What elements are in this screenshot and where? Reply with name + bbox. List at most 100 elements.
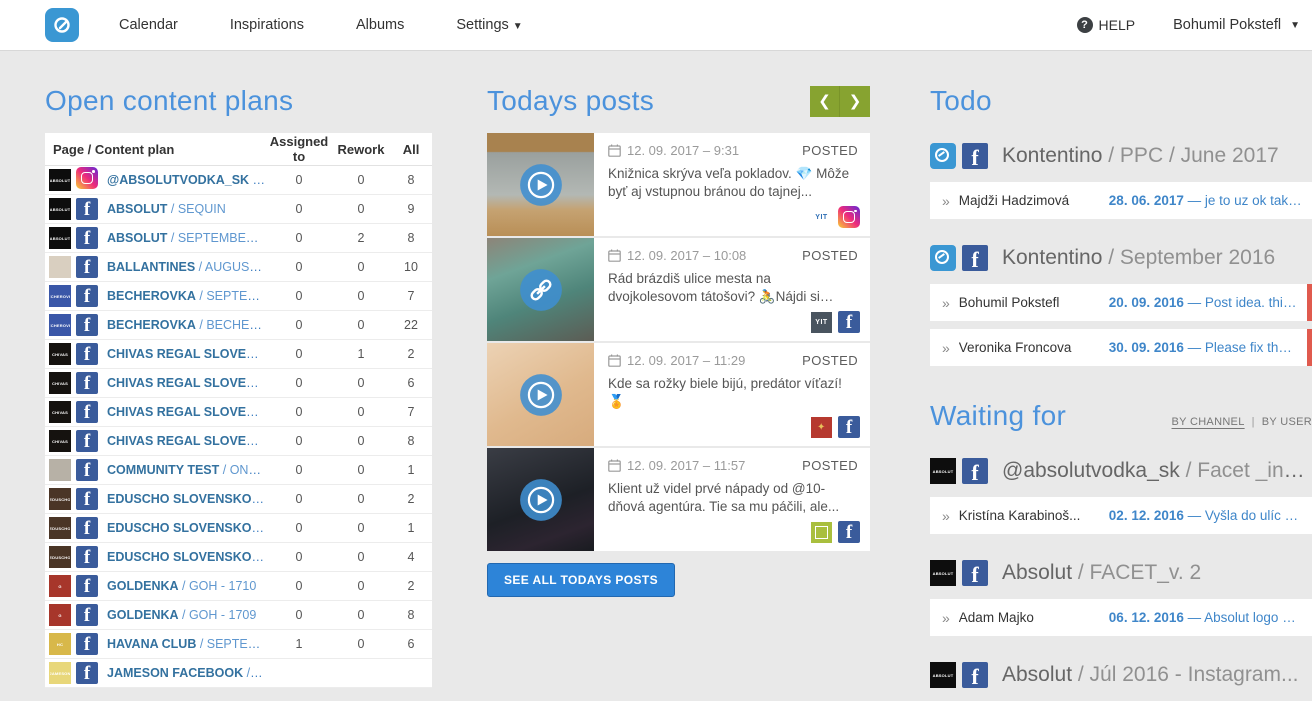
task-group-title: @absolutvodka_sk / Facet _instagram (1002, 459, 1312, 483)
play-icon (519, 478, 563, 522)
network-icon: f (76, 256, 98, 278)
filter-link-by-channel[interactable]: BY CHANNEL (1172, 416, 1245, 428)
post-card[interactable]: 12. 09. 2017 – 10:08 POSTED Rád brázdiš … (487, 238, 870, 341)
table-row[interactable]: JAMESON f JAMESON FACEBOOK / JAZ-10... (45, 659, 432, 688)
task-row[interactable]: » Bohumil Pokstefl 20. 09. 2016 — Post i… (930, 284, 1312, 321)
network-icon: f (76, 662, 98, 684)
facebook-icon: f (76, 604, 98, 626)
task-row[interactable]: » Adam Majko 06. 12. 2016 — Absolut logo… (930, 599, 1312, 636)
facebook-icon: f (962, 458, 988, 484)
post-card[interactable]: 12. 09. 2017 – 9:31 POSTED Knižnica skrý… (487, 133, 870, 236)
task-row[interactable]: » Kristína Karabinoš... 02. 12. 2016 — V… (930, 497, 1312, 534)
assigned-count: 0 (266, 202, 332, 216)
assigned-count: 0 (266, 405, 332, 419)
table-row[interactable]: EDUSCHO f EDUSCHO SLOVENSKO / 10-17 0 0 … (45, 514, 432, 543)
post-list: 12. 09. 2017 – 9:31 POSTED Knižnica skrý… (487, 133, 870, 551)
assigned-count: 0 (266, 260, 332, 274)
rework-count: 0 (332, 173, 390, 187)
all-count: 22 (390, 318, 432, 332)
post-thumbnail (487, 343, 594, 446)
post-badges: YIT (811, 206, 860, 228)
table-row[interactable]: ABSOLUT f ABSOLUT / SEPTEMBER 2017 0 2 8 (45, 224, 432, 253)
table-row[interactable]: G f GOLDENKA / GOH - 1709 0 0 8 (45, 601, 432, 630)
table-row[interactable]: ABSOLUT @ABSOLUTVODKA_SK / SEPT... 0 0 8 (45, 166, 432, 195)
page-avatar: BECHEROVKA (49, 314, 71, 336)
facebook-icon: f (76, 343, 98, 365)
table-row[interactable]: CHIVAS f CHIVAS REGAL SLOVENSKO ... 0 1 … (45, 340, 432, 369)
open-content-plans-section: Open content plans Page / Content plan A… (45, 85, 432, 688)
post-badges: f (811, 521, 860, 543)
plan-name: EDUSCHO SLOVENSKO / PAG... (107, 492, 266, 506)
all-count: 2 (390, 492, 432, 506)
help-button[interactable]: ? HELP (1077, 17, 1136, 33)
table-row[interactable]: f COMMUNITY TEST / ONE YE... 0 0 1 (45, 456, 432, 485)
plan-name: CHIVAS REGAL SLOVENSKO ... (107, 376, 266, 390)
table-row[interactable]: HC f HAVANA CLUB / SEPTEMBER ... 1 0 6 (45, 630, 432, 659)
task-group-header[interactable]: f Kontentino / September 2016 (930, 245, 1312, 271)
facebook-icon: f (76, 662, 98, 684)
facebook-icon: f (76, 314, 98, 336)
table-row[interactable]: CHIVAS f CHIVAS REGAL SLOVENSKO ... 0 0 … (45, 427, 432, 456)
network-icon: f (76, 517, 98, 539)
user-menu[interactable]: Bohumil Pokstefl ▼ (1173, 17, 1300, 33)
post-card[interactable]: 12. 09. 2017 – 11:57 POSTED Klient už vi… (487, 448, 870, 551)
nav-item-calendar[interactable]: Calendar (119, 17, 178, 33)
table-row[interactable]: G f GOLDENKA / GOH - 1710 0 0 2 (45, 572, 432, 601)
table-row[interactable]: BECHEROVKA f BECHEROVKA / BECHER BET... … (45, 311, 432, 340)
kontentino-logo-icon[interactable] (45, 8, 79, 42)
chevron-right-icon: ❯ (849, 92, 862, 110)
waiting-for-title: Waiting for (930, 400, 1066, 432)
nav-item-settings[interactable]: Settings▼ (456, 17, 522, 33)
post-thumbnail (487, 238, 594, 341)
facebook-icon: f (76, 488, 98, 510)
page-avatar: ABSOLUT (49, 198, 71, 220)
see-all-todays-posts-button[interactable]: SEE ALL TODAYS POSTS (487, 563, 675, 597)
all-count: 1 (390, 463, 432, 477)
facebook-icon: f (76, 575, 98, 597)
task-info: 28. 06. 2017 — je to uz ok takto? (1109, 193, 1302, 208)
nav-item-albums[interactable]: Albums (356, 17, 404, 33)
task-group-header[interactable]: ABSOLUTf Absolut / FACET_v. 2 (930, 560, 1312, 586)
post-text: Knižnica skrýva veľa pokladov. 💎 Môže by… (608, 165, 858, 201)
table-row[interactable]: EDUSCHO f EDUSCHO SLOVENSKO / 09-17 0 0 … (45, 543, 432, 572)
chevron-down-icon: ▼ (1290, 20, 1300, 31)
table-row[interactable]: BECHEROVKA f BECHEROVKA / SEPTEMBER ... … (45, 282, 432, 311)
all-count: 8 (390, 173, 432, 187)
task-row[interactable]: » Veronika Froncova 30. 09. 2016 — Pleas… (930, 329, 1312, 366)
post-badges: YITf (811, 311, 860, 333)
task-assignee-name: Majdži Hadzimová (959, 193, 1109, 208)
assigned-count: 0 (266, 463, 332, 477)
prev-button[interactable]: ❮ (810, 86, 840, 117)
header-page-content-plan: Page / Content plan (53, 142, 266, 157)
task-group-title: Kontentino / PPC / June 2017 (1002, 144, 1279, 168)
task-group-header[interactable]: ABSOLUTf Absolut / Júl 2016 - Instagram.… (930, 662, 1312, 688)
chevron-down-icon: ▼ (513, 21, 523, 32)
filter-link-by-user[interactable]: BY USER (1262, 416, 1312, 428)
post-text: Klient už videl prvé nápady od @10-dňová… (608, 480, 858, 516)
calendar-icon (608, 354, 621, 367)
task-group-header[interactable]: ABSOLUTf @absolutvodka_sk / Facet _insta… (930, 458, 1312, 484)
page-avatar (49, 459, 71, 481)
table-row[interactable]: ABSOLUT f ABSOLUT / SEQUIN 0 0 9 (45, 195, 432, 224)
table-row[interactable]: f BALLANTINES / AUGUST - SE... 0 0 10 (45, 253, 432, 282)
table-body: ABSOLUT @ABSOLUTVODKA_SK / SEPT... 0 0 8… (45, 166, 432, 688)
post-card[interactable]: 12. 09. 2017 – 11:29 POSTED Kde sa rožky… (487, 343, 870, 446)
table-row[interactable]: CHIVAS f CHIVAS REGAL SLOVENSKO ... 0 0 … (45, 398, 432, 427)
network-icon: f (76, 198, 98, 220)
plan-name: BECHEROVKA / BECHER BET... (107, 318, 266, 332)
post-thumbnail (487, 448, 594, 551)
plan-name: COMMUNITY TEST / ONE YE... (107, 463, 266, 477)
rework-count: 0 (332, 637, 390, 651)
task-row[interactable]: » Majdži Hadzimová 28. 06. 2017 — je to … (930, 182, 1312, 219)
next-button[interactable]: ❯ (840, 86, 870, 117)
page-avatar: JAMESON (49, 662, 71, 684)
play-icon (519, 163, 563, 207)
rework-count: 0 (332, 521, 390, 535)
task-group-header[interactable]: f Kontentino / PPC / June 2017 (930, 143, 1312, 169)
table-row[interactable]: CHIVAS f CHIVAS REGAL SLOVENSKO ... 0 0 … (45, 369, 432, 398)
nav-item-inspirations[interactable]: Inspirations (230, 17, 304, 33)
table-row[interactable]: EDUSCHO f EDUSCHO SLOVENSKO / PAG... 0 0… (45, 485, 432, 514)
help-label: HELP (1099, 17, 1136, 33)
plan-name: EDUSCHO SLOVENSKO / 09-17 (107, 550, 266, 564)
plan-name: CHIVAS REGAL SLOVENSKO ... (107, 347, 266, 361)
